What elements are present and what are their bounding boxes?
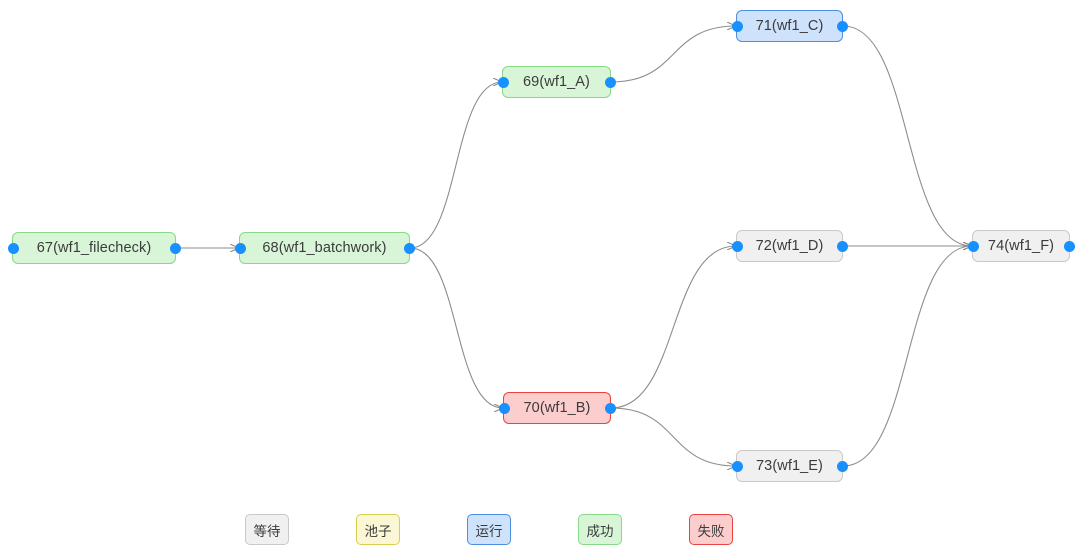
node-port-right-72[interactable]	[836, 240, 848, 252]
node-port-right-71[interactable]	[836, 20, 848, 32]
node-port-right-73[interactable]	[836, 460, 848, 472]
node-port-left-69[interactable]	[497, 76, 509, 88]
legend-item-label: 池子	[364, 523, 392, 540]
graph-node-74[interactable]: 74(wf1_F)	[967, 230, 1075, 262]
graph-edge-71-74	[842, 25, 972, 246]
graph-edge-70-72	[610, 246, 736, 409]
node-port-left-72[interactable]	[731, 240, 743, 252]
node-port-right-74[interactable]	[1063, 240, 1075, 252]
graph-edge-69-71	[610, 26, 736, 83]
node-port-left-73[interactable]	[731, 460, 743, 472]
graph-node-label: 71(wf1_C)	[755, 18, 824, 34]
graph-node-label: 69(wf1_A)	[523, 74, 590, 90]
graph-edge-68-70	[409, 247, 503, 408]
node-port-right-70[interactable]	[604, 402, 616, 414]
node-port-right-69[interactable]	[604, 76, 616, 88]
graph-node-label: 72(wf1_D)	[755, 238, 824, 254]
legend-item-ok: 成功	[578, 514, 622, 545]
graph-node-70[interactable]: 70(wf1_B)	[498, 392, 616, 424]
graph-node-71[interactable]: 71(wf1_C)	[731, 10, 848, 42]
legend-item-wait: 等待	[245, 514, 289, 545]
node-port-left-70[interactable]	[498, 402, 510, 414]
graph-node-label: 70(wf1_B)	[523, 400, 591, 416]
legend-item-pool: 池子	[356, 514, 400, 545]
legend-item-label: 等待	[253, 523, 281, 540]
graph-edge-68-69	[409, 82, 502, 249]
graph-node-label: 73(wf1_E)	[756, 458, 823, 474]
legend-item-run: 运行	[467, 514, 511, 545]
graph-node-68[interactable]: 68(wf1_batchwork)	[234, 232, 415, 264]
node-port-left-68[interactable]	[234, 242, 246, 254]
node-port-left-71[interactable]	[731, 20, 743, 32]
node-port-right-67[interactable]	[169, 242, 181, 254]
status-legend: 等待 池子 运行 成功 失败	[0, 514, 1080, 550]
graph-node-67[interactable]: 67(wf1_filecheck)	[7, 232, 181, 264]
graph-node-label: 67(wf1_filecheck)	[36, 240, 152, 256]
node-port-left-67[interactable]	[7, 242, 19, 254]
node-port-left-74[interactable]	[967, 240, 979, 252]
graph-node-73[interactable]: 73(wf1_E)	[731, 450, 848, 482]
workflow-graph-canvas[interactable]: 67(wf1_filecheck) 68(wf1_batchwork) 69(wf1…	[0, 0, 1080, 557]
graph-edge-70-73	[610, 407, 736, 466]
graph-node-72[interactable]: 72(wf1_D)	[731, 230, 848, 262]
graph-node-label: 74(wf1_F)	[987, 238, 1055, 254]
graph-node-label: 68(wf1_batchwork)	[262, 240, 387, 256]
legend-item-fail: 失败	[689, 514, 733, 545]
graph-edge-73-74	[842, 246, 972, 467]
legend-item-label: 成功	[586, 523, 614, 540]
legend-item-label: 失败	[697, 523, 725, 540]
legend-item-label: 运行	[475, 523, 503, 540]
node-port-right-68[interactable]	[403, 242, 415, 254]
graph-node-69[interactable]: 69(wf1_A)	[497, 66, 616, 98]
